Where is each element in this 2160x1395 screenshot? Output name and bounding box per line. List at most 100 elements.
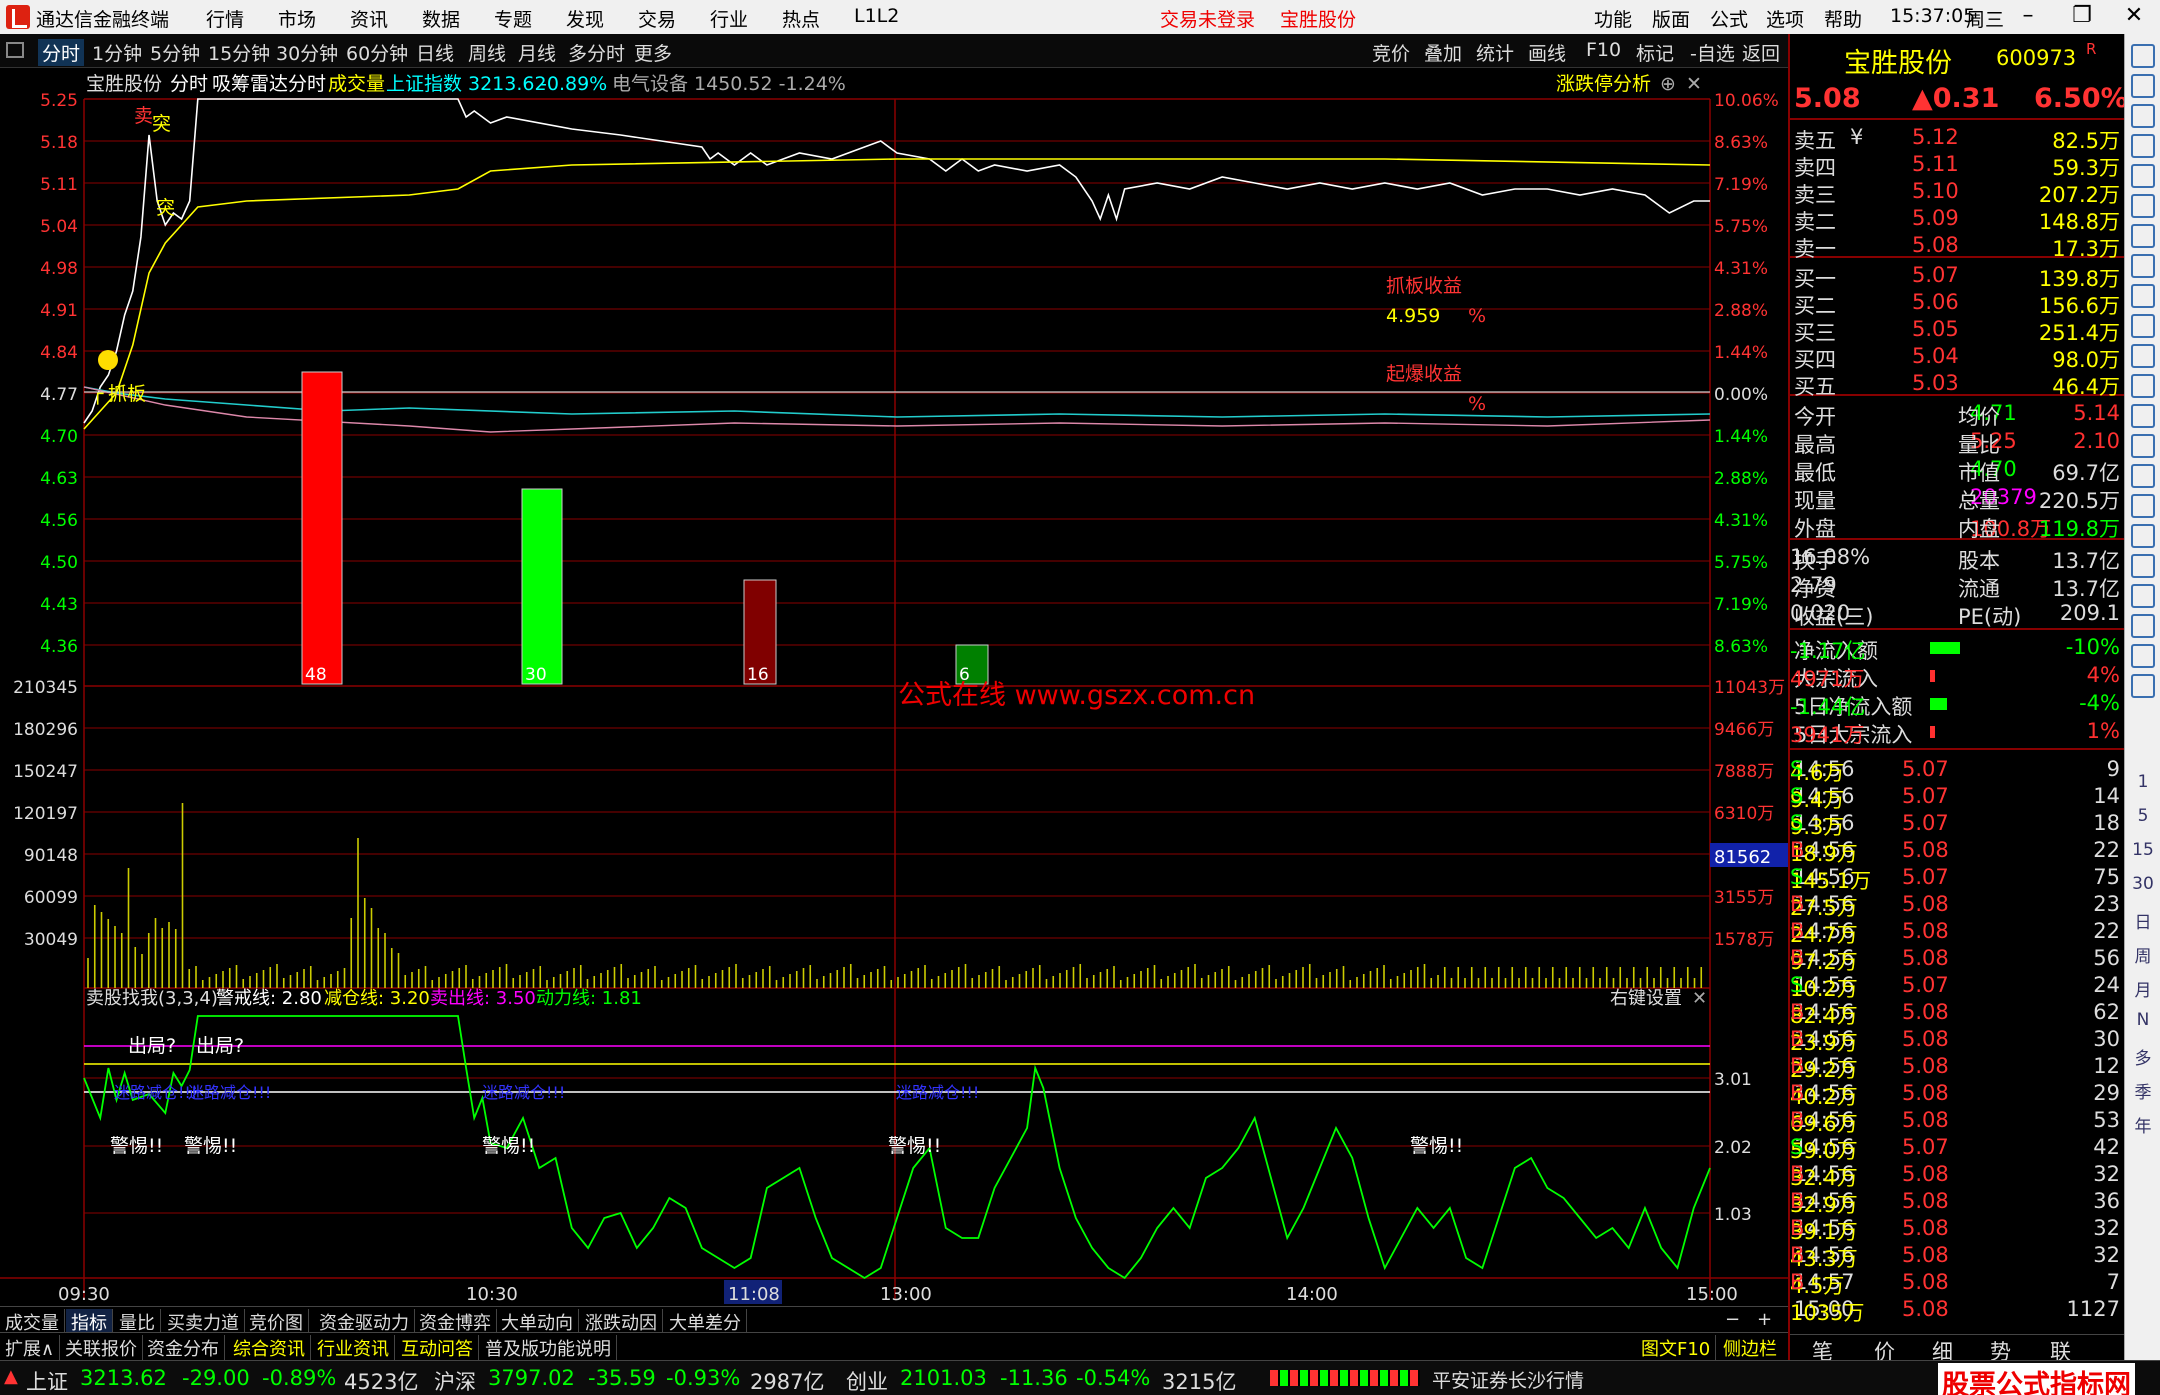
toolbar-right-button[interactable]: 统计 [1476,39,1514,66]
sidebar-tool-icon[interactable] [2131,164,2155,188]
sidebar-tool-icon[interactable] [2131,374,2155,398]
bid-row[interactable]: 买四 5.04 98.0万 [1790,343,2126,372]
menu-item[interactable]: 版面 [1652,5,1690,32]
toolbar-right-button[interactable]: F10 [1586,39,1621,61]
sidebar-tool-icon[interactable] [2131,344,2155,368]
tick-row[interactable]: 14:56 5.07 59.0万 S 42 [1790,1134,2126,1163]
sidebar-tool-icon[interactable] [2131,524,2155,548]
sidebar-tool-icon[interactable] [2131,194,2155,218]
stat-row[interactable]: 最低 4.70 市值 69.7亿 [1790,456,2126,485]
info-tab[interactable]: 互动问答 [396,1335,479,1361]
info-tab[interactable]: 扩展∧ [0,1335,61,1361]
sidebar-tool-icon[interactable] [2131,224,2155,248]
sidebar-tool-icon[interactable] [2131,254,2155,278]
info-tab[interactable]: 普及版功能说明 [480,1335,617,1361]
menu-item[interactable]: 公式 [1710,5,1748,32]
tick-row[interactable]: 14:56 5.08 43.3万 B 32 [1790,1242,2126,1271]
sidebar-tool-icon[interactable] [2131,464,2155,488]
f10-button[interactable]: 图文F10 [1636,1335,1717,1361]
menu-item[interactable]: 行业 [710,5,748,32]
sidebar-period[interactable]: N [2131,1010,2155,1030]
stat-row[interactable]: 今开 4.71 均价 5.14 [1790,400,2126,429]
bid-row[interactable]: 买三 5.05 251.4万 [1790,316,2126,345]
tick-row[interactable]: 14:56 5.07 145.1万 S 75 [1790,864,2126,893]
sidebar-period[interactable]: 月 [2131,976,2155,1001]
sidebar-period[interactable]: 15 [2131,840,2155,860]
ask-row[interactable]: 卖五 ¥5.12 82.5万 [1790,124,2126,153]
sh-index-label[interactable]: 上证 [26,1366,68,1395]
login-status[interactable]: 交易未登录 [1160,5,1255,32]
stat-row[interactable]: 现量 20379 总量 220.5万 [1790,484,2126,513]
sidebar-tool-icon[interactable] [2131,494,2155,518]
period-tab[interactable]: 周线 [468,39,506,66]
toolbar-right-button[interactable]: 竞价 [1372,39,1410,66]
settings-icon[interactable]: ⊕ [1660,73,1676,95]
menu-item[interactable]: 帮助 [1824,5,1862,32]
ask-row[interactable]: 卖四 5.11 59.3万 [1790,151,2126,180]
tick-row[interactable]: 14:56 5.08 82.4万 B 62 [1790,999,2126,1028]
tick-row[interactable]: 14:56 5.08 32.4万 B 32 [1790,1161,2126,1190]
tick-row[interactable]: 14:56 5.08 39.1万 B 32 [1790,1215,2126,1244]
tick-row[interactable]: 14:57 5.08 4.5万 B 7 [1790,1269,2126,1298]
intraday-chart[interactable]: 5.25 10.06% 5.18 8.63% 5.11 7.19% 5.04 5.75% 4.9… [0,68,1788,1306]
tick-row[interactable]: 14:56 5.08 29.2万 B 12 [1790,1053,2126,1082]
tick-row[interactable]: 14:56 5.07 9.3万 S 18 [1790,810,2126,839]
period-tab-more[interactable]: 更多 [634,39,672,66]
menu-item[interactable]: 资讯 [350,5,388,32]
sidebar-tool-icon[interactable] [2131,644,2155,668]
sidebar-period[interactable]: 日 [2131,908,2155,933]
tick-row[interactable]: 14:56 5.08 18.9万 B 22 [1790,837,2126,866]
period-tab[interactable]: 30分钟 [276,39,338,66]
period-tab[interactable]: 月线 [518,39,556,66]
menu-item[interactable]: 行情 [206,5,244,32]
close-icon[interactable]: ✕ [2116,3,2152,31]
bid-row[interactable]: 买一 5.07 139.8万 [1790,262,2126,291]
close-indicator-icon[interactable]: ✕ [1692,988,1707,1009]
ask-row[interactable]: 卖三 5.10 207.2万 [1790,178,2126,207]
sidebar-tool-icon[interactable] [2131,314,2155,338]
tick-row[interactable]: 14:56 5.08 27.5万 B 23 [1790,891,2126,920]
sidebar-tool-icon[interactable] [2131,104,2155,128]
menu-item[interactable]: 热点 [782,5,820,32]
info-tab[interactable]: 行业资讯 [312,1335,395,1361]
menu-item[interactable]: 市场 [278,5,316,32]
menu-item[interactable]: 发现 [566,5,604,32]
toolbar-right-button[interactable]: 标记 [1636,39,1674,66]
period-tab[interactable]: 60分钟 [346,39,408,66]
sidebar-tool-icon[interactable] [2131,614,2155,638]
tick-row[interactable]: 14:56 5.07 4.6万 S 9 [1790,756,2126,785]
sidebar-period[interactable]: 1 [2131,772,2155,792]
flow-row[interactable]: 净流入额 -1.17亿 -10% [1790,634,2126,663]
tick-row[interactable]: 14:56 5.07 9.4万 S 14 [1790,783,2126,812]
info-tab[interactable]: 关联报价 [60,1335,143,1361]
stat-row[interactable]: 外盘 100.8万 内盘 119.8万 [1790,512,2126,541]
sidebar-tool-icon[interactable] [2131,404,2155,428]
menu-item[interactable]: 专题 [494,5,532,32]
minus-button[interactable]: − [1720,1309,1745,1330]
period-tab[interactable]: 分时 [38,39,85,66]
limit-analysis-button[interactable]: 涨跌停分析 [1556,73,1651,95]
sidebar-period[interactable]: 多 [2131,1044,2155,1069]
period-tab[interactable]: 多分时 [568,39,625,66]
tick-row[interactable]: 14:56 5.08 23.9万 B 30 [1790,1026,2126,1055]
close-panel-icon[interactable]: ✕ [1686,73,1702,95]
sidebar-tool-icon[interactable] [2131,434,2155,458]
sidebar-period[interactable]: 5 [2131,806,2155,826]
ask-row[interactable]: 卖一 5.08 17.3万 [1790,232,2126,261]
sidebar-tool-icon[interactable] [2131,134,2155,158]
flow-row[interactable]: 5日大宗流入 3941万 1% [1790,718,2126,747]
tick-row[interactable]: 14:56 5.08 69.6万 B 53 [1790,1107,2126,1136]
sidebar-period[interactable]: 30 [2131,874,2155,894]
tick-row[interactable]: 14:56 5.07 10.2万 S 24 [1790,972,2126,1001]
intraday-chart-area[interactable]: 5.25 10.06% 5.18 8.63% 5.11 7.19% 5.04 5.75% 4.9… [0,68,1788,1306]
toolbar-right-button[interactable]: 叠加 [1424,39,1462,66]
period-tab[interactable]: 日线 [416,39,454,66]
flow-row[interactable]: 大宗流入 4971万 4% [1790,662,2126,691]
menu-item[interactable]: 功能 [1594,5,1632,32]
ask-row[interactable]: 卖二 5.09 148.8万 [1790,205,2126,234]
sidebar-period[interactable]: 周 [2131,942,2155,967]
period-tab[interactable]: 15分钟 [208,39,270,66]
minimize-icon[interactable]: – [2010,3,2046,31]
plus-button[interactable]: + [1752,1309,1777,1330]
tick-row[interactable]: 15:00 5.08 1035万 1127 [1790,1296,2126,1325]
